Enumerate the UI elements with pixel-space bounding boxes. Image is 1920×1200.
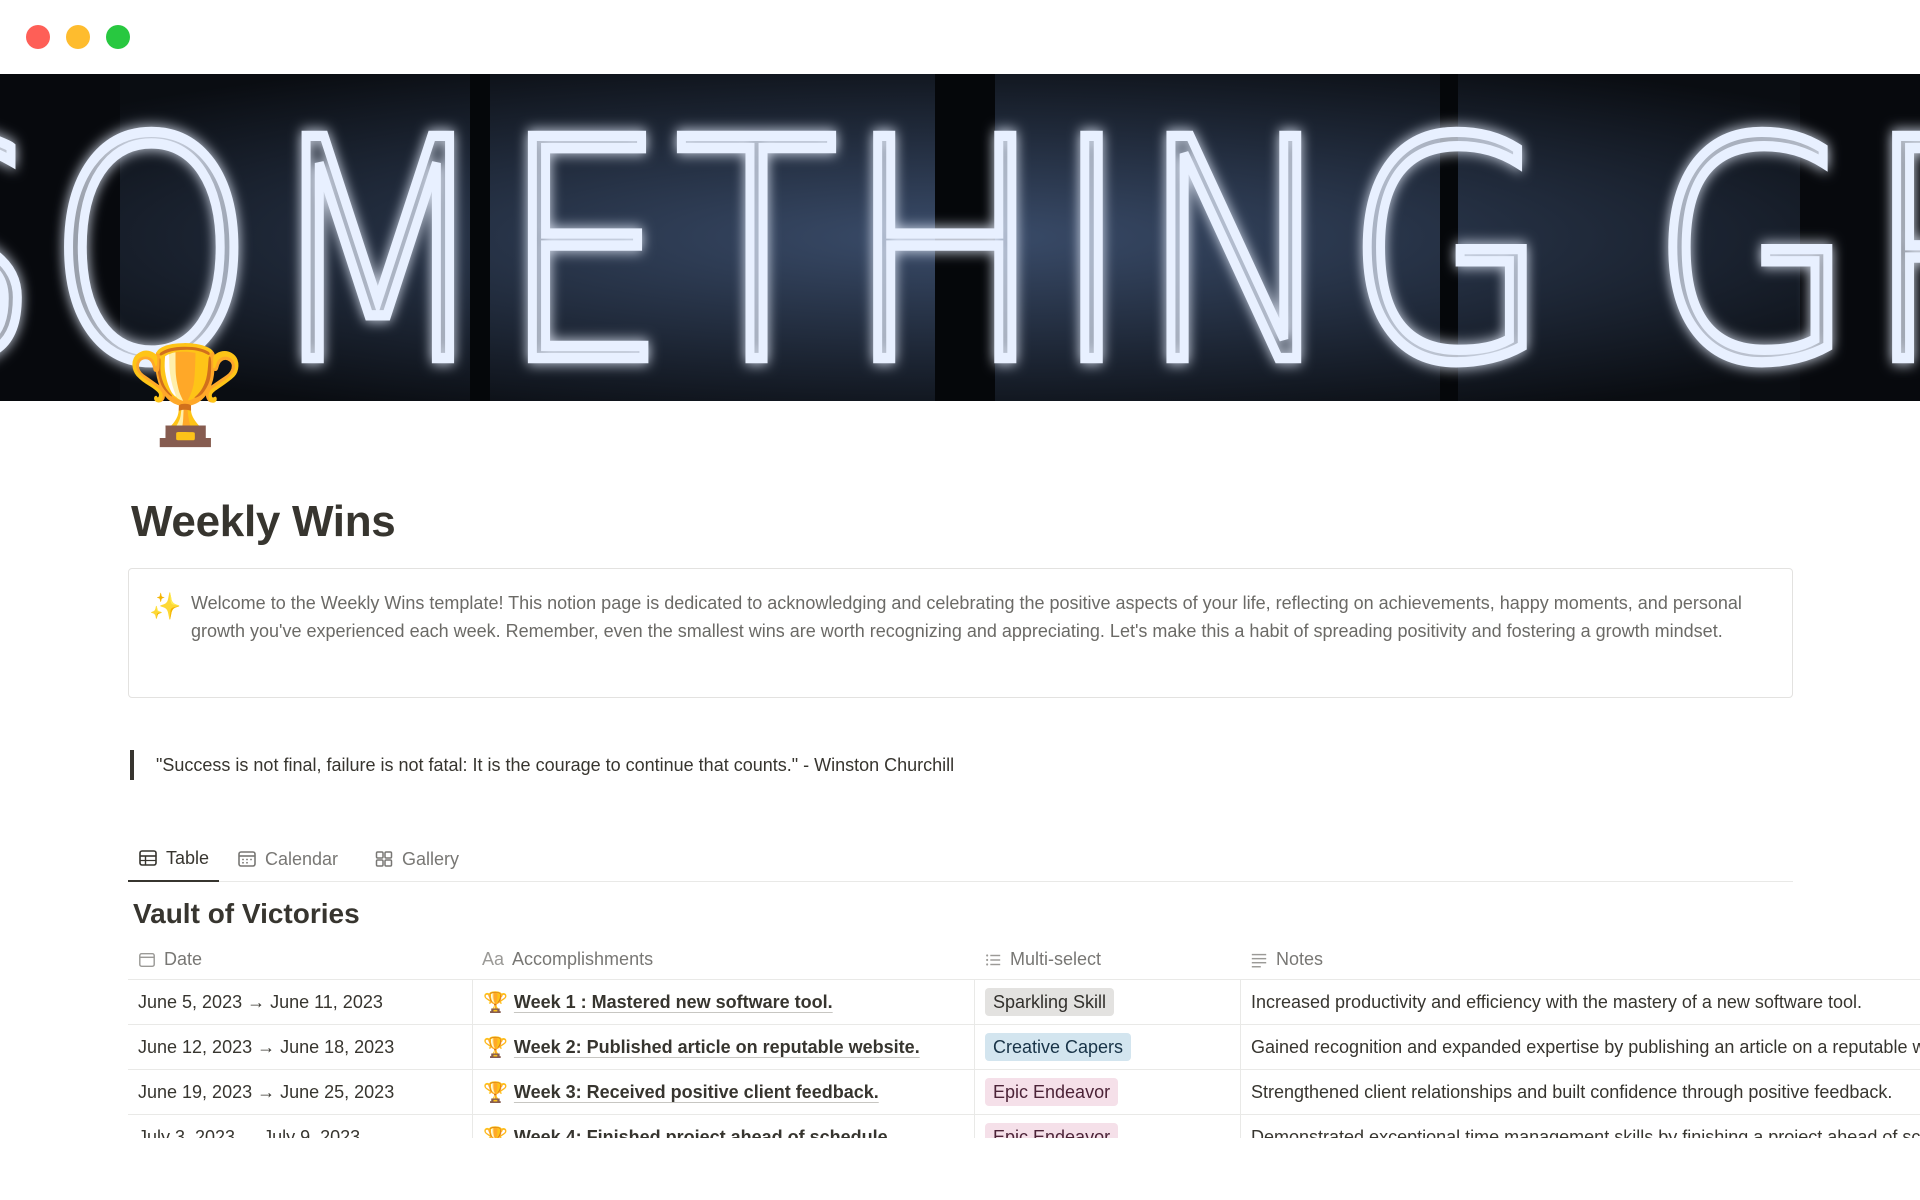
accomplishment-cell[interactable]: 🏆 Week 1 : Mastered new software tool.: [472, 980, 974, 1024]
table-icon: [139, 850, 157, 866]
quote-block[interactable]: "Success is not final, failure is not fa…: [130, 750, 954, 780]
accomplishment-link[interactable]: Week 1 : Mastered new software tool.: [514, 992, 833, 1013]
database-table: Date Aa Accomplishments Multi-select Not…: [128, 940, 1920, 1138]
tab-table[interactable]: Table: [128, 836, 220, 882]
column-header-label: Date: [164, 949, 203, 969]
trophy-icon: 🏆: [483, 1126, 508, 1139]
page-icon[interactable]: 🏆: [126, 340, 246, 452]
tab-gallery[interactable]: Gallery: [364, 836, 469, 882]
date-cell[interactable]: July 3, 2023 → July 9, 2023: [128, 1115, 472, 1139]
table-row[interactable]: June 5, 2023 → June 11, 2023 🏆 Week 1 : …: [128, 980, 1920, 1025]
accomplishment-link[interactable]: Week 3: Received positive client feedbac…: [514, 1082, 879, 1103]
database-title[interactable]: Vault of Victories: [133, 898, 360, 930]
notes-cell[interactable]: Demonstrated exceptional time management…: [1240, 1115, 1920, 1138]
notes-cell[interactable]: Gained recognition and expanded expertis…: [1240, 1025, 1920, 1069]
date-cell[interactable]: June 19, 2023 → June 25, 2023: [128, 1070, 472, 1114]
column-header-date[interactable]: Date: [128, 940, 472, 979]
gallery-icon: [375, 851, 393, 867]
accomplishment-cell[interactable]: 🏆 Week 2: Published article on reputable…: [472, 1025, 974, 1069]
column-header-label: Multi-select: [1010, 949, 1102, 969]
close-window-button[interactable]: [26, 25, 50, 49]
tab-calendar[interactable]: Calendar: [227, 836, 348, 882]
neon-sign-picture: DO SOMETHING GREAT: [0, 74, 1920, 401]
cover-image[interactable]: DO SOMETHING GREAT: [0, 74, 1920, 401]
minimize-window-button[interactable]: [66, 25, 90, 49]
callout-text[interactable]: Welcome to the Weekly Wins template! Thi…: [191, 589, 1762, 645]
column-header-label: Notes: [1276, 949, 1324, 969]
trophy-icon: 🏆: [483, 991, 508, 1014]
neon-sign-text: DO SOMETHING GREAT: [0, 76, 1920, 401]
notes-cell[interactable]: Strengthened client relationships and bu…: [1240, 1070, 1920, 1114]
accomplishment-link[interactable]: Week 2: Published article on reputable w…: [514, 1037, 920, 1058]
lines-icon: [1251, 953, 1267, 967]
list-icon: [986, 953, 1001, 966]
accomplishment-cell[interactable]: 🏆 Week 4: Finished project ahead of sche…: [472, 1115, 974, 1138]
multi-select-cell[interactable]: Epic Endeavor: [974, 1115, 1240, 1138]
trophy-icon: 🏆: [483, 1081, 508, 1104]
calendar-icon: [238, 851, 256, 867]
column-header-accomplishments[interactable]: Aa Accomplishments: [472, 940, 974, 979]
date-cell[interactable]: June 12, 2023 → June 18, 2023: [128, 1025, 472, 1069]
tag-badge: Epic Endeavor: [985, 1078, 1119, 1106]
multi-select-cell[interactable]: Creative Capers: [974, 1025, 1240, 1069]
column-header-notes[interactable]: Notes: [1240, 940, 1920, 979]
callout-block[interactable]: ✨ Welcome to the Weekly Wins template! T…: [128, 568, 1793, 698]
tag-badge: Sparkling Skill: [985, 988, 1115, 1016]
tag-badge: Creative Capers: [985, 1033, 1132, 1061]
maximize-window-button[interactable]: [106, 25, 130, 49]
table-row[interactable]: June 12, 2023 → June 18, 2023 🏆 Week 2: …: [128, 1025, 1920, 1070]
accomplishment-cell[interactable]: 🏆 Week 3: Received positive client feedb…: [472, 1070, 974, 1114]
multi-select-cell[interactable]: Sparkling Skill: [974, 980, 1240, 1024]
tab-gallery-label: Gallery: [402, 848, 460, 869]
calendar-icon: [139, 952, 155, 967]
page-title[interactable]: Weekly Wins: [131, 497, 396, 547]
column-header-label: Accomplishments: [512, 949, 654, 969]
tab-table-label: Table: [166, 847, 210, 868]
multi-select-cell[interactable]: Epic Endeavor: [974, 1070, 1240, 1114]
date-cell[interactable]: June 5, 2023 → June 11, 2023: [128, 980, 472, 1024]
table-row[interactable]: June 19, 2023 → June 25, 2023 🏆 Week 3: …: [128, 1070, 1920, 1115]
notes-cell[interactable]: Increased productivity and efficiency wi…: [1240, 980, 1920, 1024]
sparkles-icon[interactable]: ✨: [149, 591, 181, 622]
accomplishment-link[interactable]: Week 4: Finished project ahead of schedu…: [514, 1127, 893, 1139]
tab-calendar-label: Calendar: [265, 848, 339, 869]
text-Aa-icon: Aa: [482, 949, 505, 969]
table-header: Date Aa Accomplishments Multi-select Not…: [128, 940, 1920, 980]
table-row[interactable]: July 3, 2023 → July 9, 2023 🏆 Week 4: Fi…: [128, 1115, 1920, 1138]
column-header-multi-select[interactable]: Multi-select: [974, 940, 1240, 979]
database-view-tabs: Table Calendar Gallery: [128, 836, 1793, 882]
trophy-icon: 🏆: [483, 1036, 508, 1059]
window-titlebar: [0, 0, 1920, 74]
tag-badge: Epic Endeavor: [985, 1123, 1119, 1138]
